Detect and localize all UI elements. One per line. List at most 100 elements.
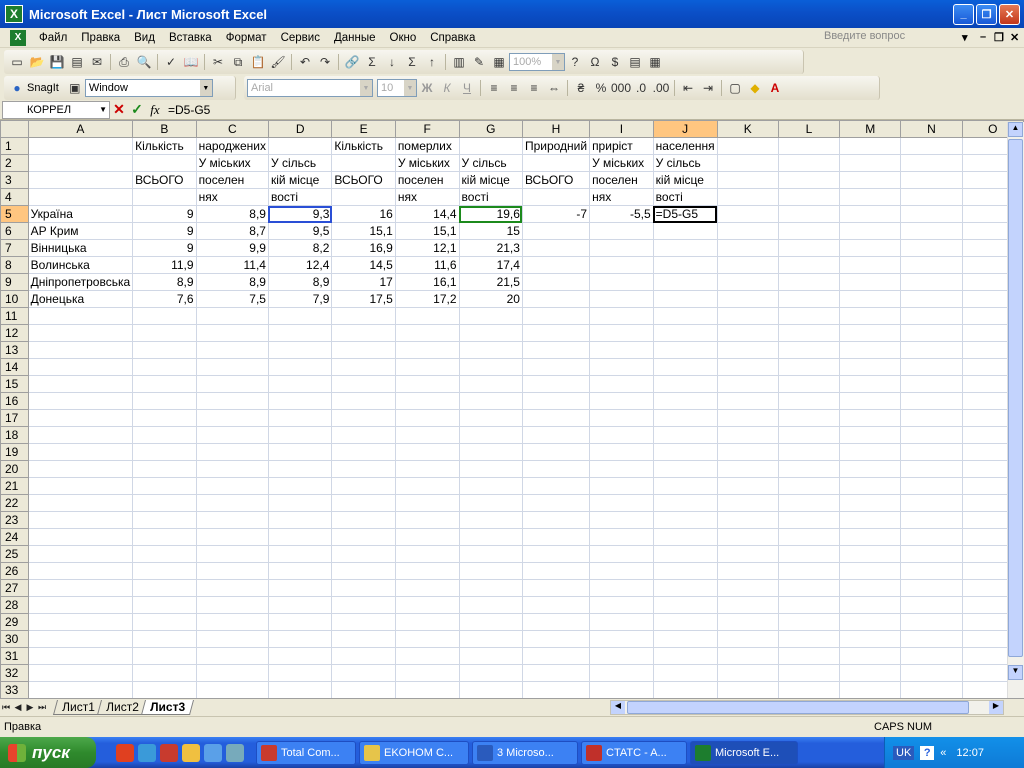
cell-i3[interactable]: поселен	[589, 171, 654, 189]
cell-b32[interactable]	[132, 664, 197, 682]
cell-f28[interactable]	[394, 596, 460, 614]
cell-h16[interactable]	[521, 392, 591, 410]
cell-d3[interactable]: кій місце	[267, 171, 333, 189]
cell-j23[interactable]	[652, 511, 718, 529]
cell-c15[interactable]	[195, 375, 269, 393]
cell-d28[interactable]	[267, 596, 333, 614]
cell-h9[interactable]	[521, 273, 591, 291]
currency-format-icon[interactable]: ₴	[571, 78, 591, 98]
cell-a24[interactable]	[27, 528, 134, 546]
row-header[interactable]: 25	[0, 545, 29, 563]
cell-i20[interactable]	[589, 460, 654, 478]
cell-e22[interactable]	[331, 494, 396, 512]
drawing-icon[interactable]: ✎	[469, 52, 489, 72]
cell-l2[interactable]	[777, 154, 841, 172]
row-header[interactable]: 7	[0, 239, 29, 257]
cell-e16[interactable]	[331, 392, 396, 410]
cell-m24[interactable]	[839, 528, 902, 546]
cell-k20[interactable]	[716, 460, 779, 478]
cell-d5[interactable]: 9,3	[267, 205, 333, 223]
cell-i27[interactable]	[589, 579, 654, 597]
cell-d6[interactable]: 9,5	[267, 222, 333, 240]
cell-f25[interactable]	[394, 545, 460, 563]
cell-k31[interactable]	[716, 647, 779, 665]
cell-l17[interactable]	[777, 409, 841, 427]
cell-n30[interactable]	[900, 630, 963, 648]
comma-style-icon[interactable]: 000	[611, 78, 631, 98]
cell-m16[interactable]	[839, 392, 902, 410]
cell-i8[interactable]	[589, 256, 654, 274]
cell-k8[interactable]	[716, 256, 779, 274]
cell-j32[interactable]	[652, 664, 718, 682]
cell-e17[interactable]	[331, 409, 396, 427]
cell-b30[interactable]	[132, 630, 197, 648]
row-header[interactable]: 21	[0, 477, 29, 495]
cell-l18[interactable]	[777, 426, 841, 444]
cell-h13[interactable]	[521, 341, 591, 359]
cell-n4[interactable]	[900, 188, 963, 206]
cell-l31[interactable]	[777, 647, 841, 665]
cell-i5[interactable]: -5,5	[589, 205, 654, 223]
cell-b10[interactable]: 7,6	[132, 290, 197, 308]
cell-d29[interactable]	[267, 613, 333, 631]
task-total-commander[interactable]: Total Com...	[256, 740, 356, 765]
cell-d19[interactable]	[267, 443, 333, 461]
symbol-icon[interactable]: Ω	[585, 52, 605, 72]
cell-d7[interactable]: 8,2	[267, 239, 333, 257]
cell-n24[interactable]	[900, 528, 963, 546]
cell-b27[interactable]	[132, 579, 197, 597]
cell-a2[interactable]	[27, 154, 134, 172]
cell-k28[interactable]	[716, 596, 779, 614]
cell-i6[interactable]	[589, 222, 654, 240]
menu-tools[interactable]: Сервис	[274, 32, 327, 44]
cell-b13[interactable]	[132, 341, 197, 359]
cell-e2[interactable]	[331, 154, 396, 172]
column-header-e[interactable]: E	[331, 120, 396, 138]
quicklaunch-desktop-icon[interactable]	[226, 743, 244, 762]
cell-g11[interactable]	[458, 307, 523, 325]
cell-g30[interactable]	[458, 630, 523, 648]
row-header[interactable]: 14	[0, 358, 29, 376]
horizontal-scroll-thumb[interactable]	[627, 701, 969, 714]
vertical-scrollbar[interactable]: ▲ ▼	[1007, 122, 1024, 698]
cell-n26[interactable]	[900, 562, 963, 580]
print-preview-icon[interactable]: 🔍	[134, 52, 154, 72]
scroll-right-icon[interactable]: ▶	[989, 701, 1003, 714]
cell-g4[interactable]: вості	[458, 188, 523, 206]
cell-e29[interactable]	[331, 613, 396, 631]
cell-e12[interactable]	[331, 324, 396, 342]
cell-f11[interactable]	[394, 307, 460, 325]
sheet-tab-1[interactable]: Лист1	[52, 699, 104, 715]
snagit-label[interactable]: SnagIt	[27, 82, 59, 94]
cell-l25[interactable]	[777, 545, 841, 563]
cell-c16[interactable]	[195, 392, 269, 410]
cell-d33[interactable]	[267, 681, 333, 698]
cell-f24[interactable]	[394, 528, 460, 546]
cell-h10[interactable]	[521, 290, 591, 308]
quicklaunch-browser-icon[interactable]	[138, 743, 156, 762]
cell-k14[interactable]	[716, 358, 779, 376]
cell-m7[interactable]	[839, 239, 902, 257]
cell-m21[interactable]	[839, 477, 902, 495]
cut-icon[interactable]: ✂	[208, 52, 228, 72]
cell-n17[interactable]	[900, 409, 963, 427]
column-header-h[interactable]: H	[521, 120, 591, 138]
cell-j33[interactable]	[652, 681, 718, 698]
cell-l3[interactable]	[777, 171, 841, 189]
cell-a27[interactable]	[27, 579, 134, 597]
column-header-b[interactable]: B	[132, 120, 197, 138]
cell-h17[interactable]	[521, 409, 591, 427]
cell-m17[interactable]	[839, 409, 902, 427]
cell-g21[interactable]	[458, 477, 523, 495]
cell-j12[interactable]	[652, 324, 718, 342]
cell-e5[interactable]: 16	[331, 205, 396, 223]
cell-i13[interactable]	[589, 341, 654, 359]
cell-i23[interactable]	[589, 511, 654, 529]
cell-c2[interactable]: У міських	[195, 154, 269, 172]
row-header[interactable]: 19	[0, 443, 29, 461]
cell-b7[interactable]: 9	[132, 239, 197, 257]
cell-m20[interactable]	[839, 460, 902, 478]
cell-d21[interactable]	[267, 477, 333, 495]
cell-c20[interactable]	[195, 460, 269, 478]
cell-c13[interactable]	[195, 341, 269, 359]
